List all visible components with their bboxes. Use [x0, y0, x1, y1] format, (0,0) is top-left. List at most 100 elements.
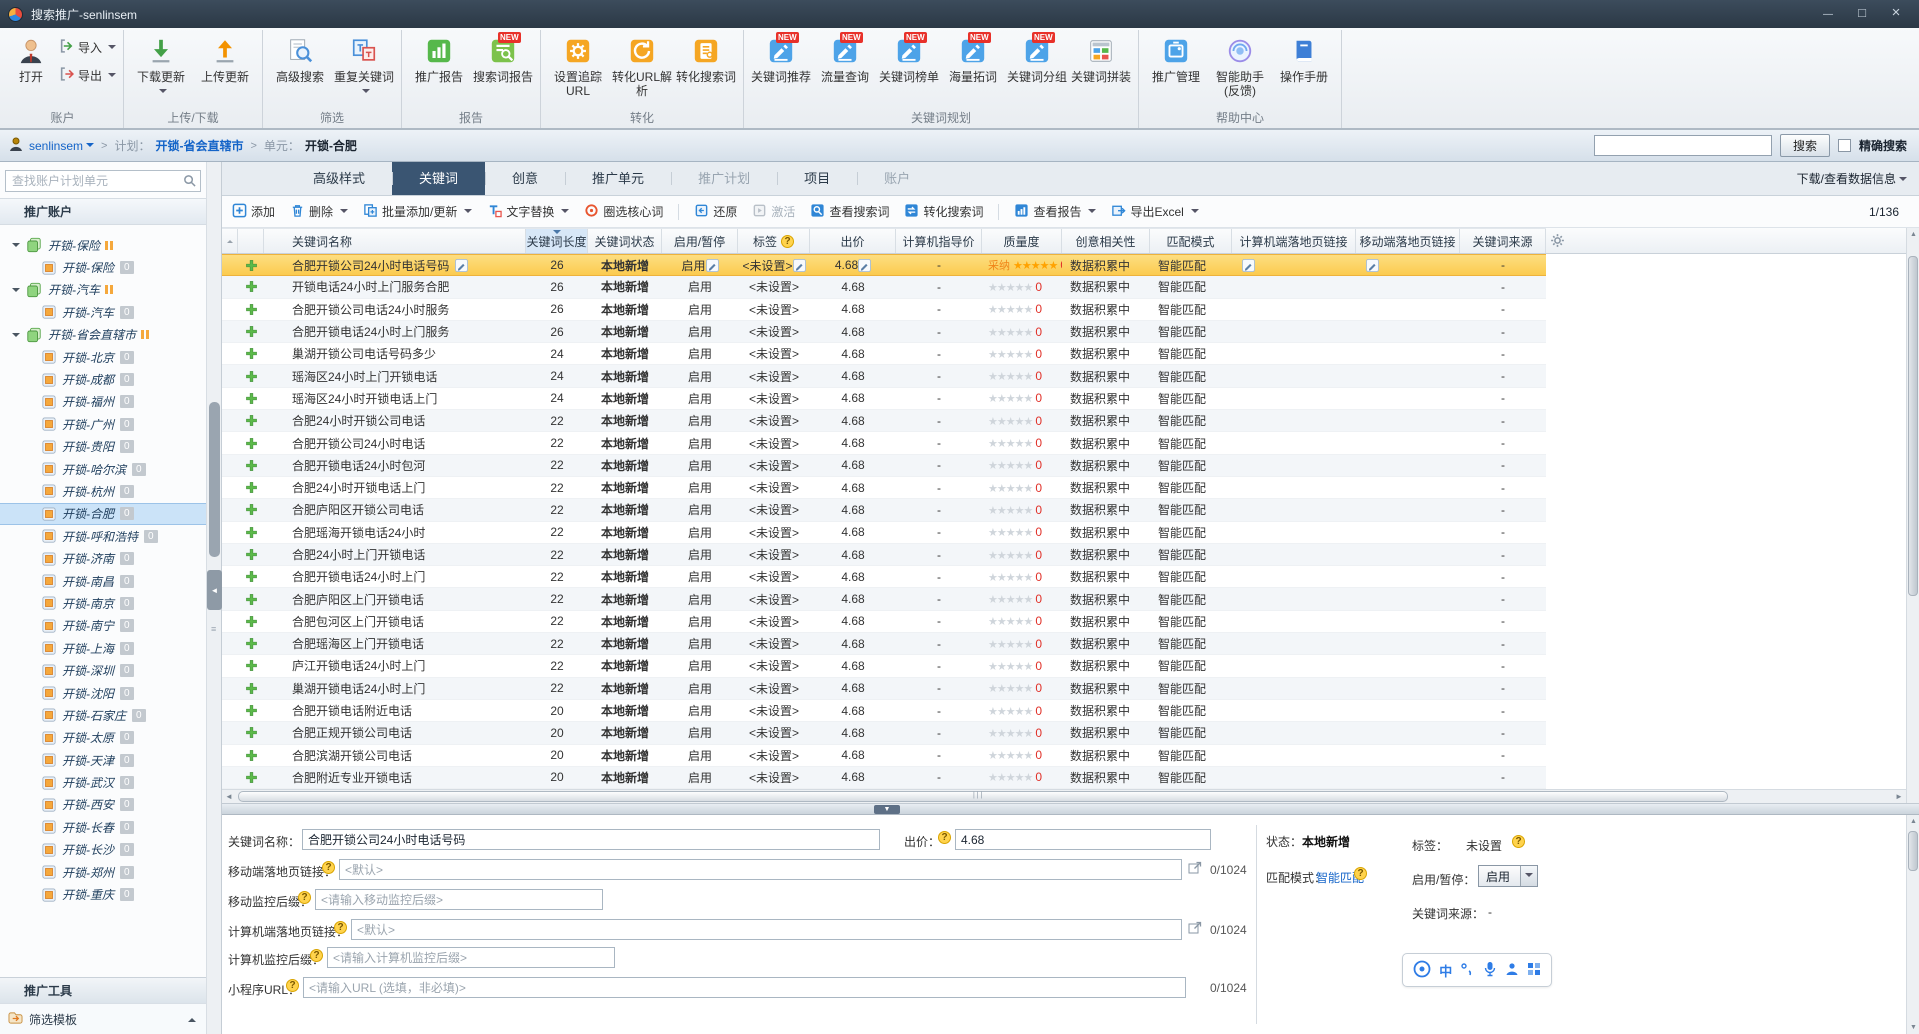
- edit-icon[interactable]: [1242, 258, 1255, 272]
- ime-mic-icon[interactable]: [1483, 961, 1497, 980]
- ime-user-icon[interactable]: [1505, 962, 1519, 979]
- plan-item[interactable]: 开锁-保险: [0, 234, 206, 256]
- edit-icon[interactable]: [705, 258, 719, 272]
- table-row[interactable]: 合肥开锁电话附近电话 20 本地新增 启用 <未设置> 4.68- ★★★★★ 0 数据积累中智…: [222, 699, 1546, 723]
- collapse-up-icon[interactable]: [188, 1014, 196, 1022]
- action-文字替换[interactable]: 文字替换: [487, 203, 570, 221]
- vertical-scroll-thumb[interactable]: [1908, 256, 1918, 596]
- sidebar-item-tools[interactable]: 推广工具: [0, 977, 206, 1004]
- table-row[interactable]: 瑶海区24小时上门开锁电话 24 本地新增 启用 <未设置> 4.68- ★★★★★ 0 数据积…: [222, 365, 1546, 388]
- add-keyword-icon[interactable]: [245, 326, 257, 337]
- add-keyword-icon[interactable]: [245, 682, 257, 694]
- tab-项目[interactable]: 项目: [777, 162, 857, 195]
- add-keyword-icon[interactable]: [245, 549, 257, 560]
- pc-landing-input[interactable]: [351, 919, 1182, 940]
- ribbon-button-重复关键词[interactable]: 重复关键词: [332, 30, 396, 99]
- add-keyword-icon[interactable]: [245, 281, 257, 293]
- ime-toolbar[interactable]: 中: [1402, 953, 1552, 987]
- tab-账户[interactable]: 账户: [857, 162, 937, 195]
- column-header-pc_landing[interactable]: 计算机端落地页链接: [1232, 229, 1356, 253]
- account-tree-search-input[interactable]: [5, 170, 201, 192]
- action-转化搜索词[interactable]: 转化搜索词: [904, 203, 983, 221]
- table-row[interactable]: 合肥瑶海区上门开锁电话 22 本地新增 启用 <未设置> 4.68- ★★★★★ 0 数据积累中…: [222, 633, 1546, 656]
- add-keyword-icon[interactable]: [245, 437, 257, 449]
- expand-icon[interactable]: [12, 287, 20, 296]
- ribbon-button-转化URL解析[interactable]: 转化URL解析: [610, 30, 674, 99]
- unit-item[interactable]: 开锁-广州 0: [0, 413, 206, 435]
- table-row[interactable]: 瑶海区24小时开锁电话上门 24 本地新增 启用 <未设置> 4.68- ★★★★★ 0 数据积…: [222, 387, 1546, 411]
- unit-item[interactable]: 开锁-南宁 0: [0, 615, 206, 637]
- column-header-quality[interactable]: 质量度: [982, 229, 1062, 253]
- ribbon-button-关键词榜单[interactable]: NEW 关键词榜单: [877, 30, 941, 85]
- dropdown-arrow-icon[interactable]: [1520, 866, 1537, 886]
- ribbon-button-上传更新[interactable]: 上传更新: [193, 30, 257, 85]
- action-导出Excel[interactable]: 导出Excel: [1111, 203, 1199, 221]
- add-keyword-icon[interactable]: [245, 504, 257, 516]
- add-keyword-icon[interactable]: [245, 727, 257, 739]
- table-row[interactable]: 巢湖开锁公司电话号码多少 24 本地新增 启用 <未设置> 4.68- ★★★★★ 0 数据积累…: [222, 343, 1546, 366]
- table-row[interactable]: 开锁电话24小时上门服务合肥 26 本地新增 启用 <未设置> 4.68- ★★★★★ 0 数据…: [222, 276, 1546, 299]
- column-header-match[interactable]: 匹配模式: [1150, 229, 1232, 253]
- unit-item[interactable]: 开锁-杭州 0: [0, 480, 206, 502]
- plan-breadcrumb[interactable]: 开锁-省会直辖市: [155, 137, 243, 154]
- account-name[interactable]: senlinsem: [29, 139, 83, 153]
- column-header-relevance[interactable]: 创意相关性: [1062, 229, 1150, 253]
- add-keyword-icon[interactable]: [245, 393, 257, 404]
- ribbon-button-高级搜索[interactable]: 高级搜索: [268, 30, 332, 85]
- exact-search-checkbox[interactable]: [1837, 139, 1851, 152]
- action-还原[interactable]: 还原: [694, 203, 737, 221]
- column-header-mobile_landing[interactable]: 移动端落地页链接: [1356, 229, 1460, 253]
- column-settings-button[interactable]: [1550, 233, 1565, 251]
- open-link-icon[interactable]: [1188, 861, 1202, 878]
- unit-item[interactable]: 开锁-福州 0: [0, 391, 206, 413]
- action-查看报告[interactable]: 查看报告: [1014, 203, 1097, 221]
- panel-splitter[interactable]: [222, 803, 1919, 815]
- column-header-source[interactable]: 关键词来源: [1460, 229, 1546, 253]
- action-查看搜索词[interactable]: 查看搜索词: [810, 203, 889, 221]
- add-keyword-icon[interactable]: [245, 638, 257, 650]
- unit-item[interactable]: 开锁-北京 0: [0, 346, 206, 368]
- unit-item[interactable]: 开锁-成都 0: [0, 368, 206, 390]
- horizontal-scroll-thumb[interactable]: [238, 791, 1728, 802]
- unit-item[interactable]: 开锁-哈尔滨 0: [0, 458, 206, 480]
- unit-item[interactable]: 开锁-太原 0: [0, 727, 206, 749]
- maximize-button[interactable]: [1847, 4, 1877, 24]
- action-批量添加/更新[interactable]: 批量添加/更新: [363, 203, 473, 221]
- add-keyword-icon[interactable]: [245, 259, 257, 271]
- ime-grid-icon[interactable]: [1527, 962, 1541, 979]
- edit-icon[interactable]: [455, 258, 469, 272]
- add-keyword-icon[interactable]: [245, 348, 257, 360]
- table-row[interactable]: 合肥滨湖开锁公司电话 20 本地新增 启用 <未设置> 4.68- ★★★★★ 0 数据积累中智…: [222, 744, 1546, 767]
- bid-input[interactable]: [955, 829, 1211, 850]
- ribbon-button-下载更新[interactable]: 下载更新: [129, 30, 193, 93]
- keyword-name-input[interactable]: [302, 829, 880, 850]
- column-header-length[interactable]: 关键词长度: [526, 229, 588, 253]
- grid-horizontal-scrollbar[interactable]: ◄ ►: [222, 789, 1906, 803]
- add-keyword-icon[interactable]: [245, 705, 257, 716]
- table-row[interactable]: 合肥正规开锁公司电话 20 本地新增 启用 <未设置> 4.68- ★★★★★ 0 数据积累中智…: [222, 722, 1546, 745]
- account-dropdown-icon[interactable]: [86, 142, 95, 151]
- plan-item[interactable]: 开锁-省会直辖市: [0, 324, 206, 346]
- unit-item[interactable]: 开锁-长沙 0: [0, 839, 206, 861]
- unit-item[interactable]: 开锁-沈阳 0: [0, 682, 206, 704]
- ribbon-button-导入[interactable]: 导入: [59, 38, 117, 57]
- add-keyword-icon[interactable]: [245, 459, 257, 471]
- ribbon-button-设置追踪URL[interactable]: 设置追踪URL: [546, 30, 610, 99]
- scroll-down-icon[interactable]: ▼: [1907, 1021, 1919, 1034]
- ribbon-button-智能助手(反馈)[interactable]: 智能助手(反馈): [1208, 30, 1272, 99]
- column-header-status[interactable]: 关键词状态: [588, 229, 662, 253]
- action-圈选核心词[interactable]: 圈选核心词: [584, 203, 663, 221]
- column-header-name[interactable]: 关键词名称: [264, 229, 526, 253]
- table-row[interactable]: 合肥庐阳区开锁公司电话 22 本地新增 启用 <未设置> 4.68- ★★★★★ 0 数据积累中…: [222, 499, 1546, 522]
- unit-item[interactable]: 开锁-重庆 0: [0, 883, 206, 905]
- add-keyword-icon[interactable]: [245, 526, 257, 538]
- ime-chinese-icon[interactable]: 中: [1439, 961, 1452, 980]
- expand-icon[interactable]: [12, 332, 20, 341]
- miniapp-url-input[interactable]: [303, 977, 1186, 998]
- scroll-up-icon[interactable]: ▲: [1907, 228, 1919, 241]
- scroll-right-icon[interactable]: ►: [1892, 790, 1906, 804]
- splitter-collapse-button[interactable]: [874, 805, 900, 814]
- grid-vertical-scrollbar[interactable]: ▲ ▼: [1906, 228, 1919, 815]
- table-row[interactable]: 合肥开锁电话24小时上门服务 26 本地新增 启用 <未设置> 4.68- ★★★★★ 0 数据…: [222, 320, 1546, 344]
- table-row[interactable]: 合肥附近专业开锁电话 20 本地新增 启用 <未设置> 4.68- ★★★★★ 0 数据积累中智…: [222, 766, 1546, 790]
